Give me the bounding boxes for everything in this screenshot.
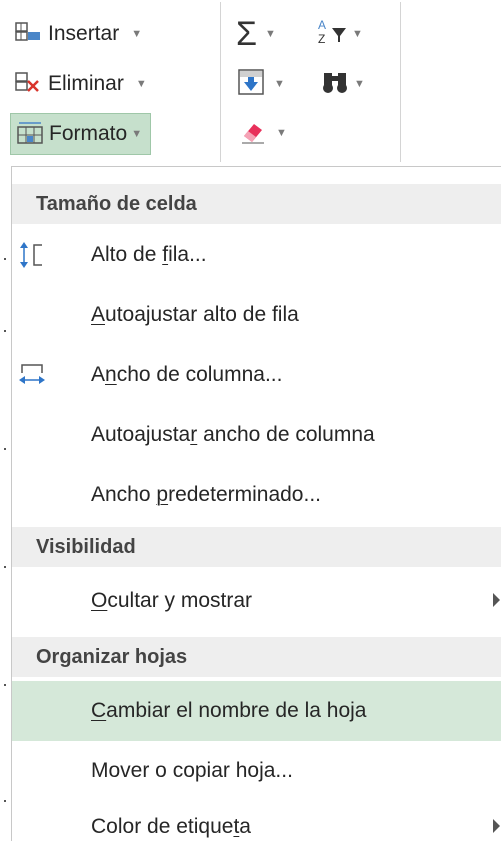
chevron-down-icon: ▼: [265, 28, 276, 40]
menu-item-label: Mover o copiar hoja...: [91, 759, 293, 782]
menu-item-label: Autoajustar alto de fila: [91, 303, 299, 326]
menu-item-row-height[interactable]: Alto de fila...: [12, 225, 501, 285]
svg-text:A: A: [318, 18, 326, 32]
section-header-organize-sheets: Organizar hojas: [12, 637, 501, 677]
sort-filter-icon: A Z: [316, 16, 350, 53]
menu-item-rename-sheet[interactable]: Cambiar el nombre de la hoja: [12, 681, 501, 741]
insert-label: Insertar: [48, 22, 120, 45]
sort-filter-button[interactable]: A Z ▼: [316, 14, 363, 54]
menu-item-label: Color de etiqueta: [91, 815, 251, 838]
sheet-edge-mark: [4, 258, 6, 260]
delete-label: Eliminar: [48, 72, 124, 95]
section-header-visibility: Visibilidad: [12, 527, 501, 567]
chevron-down-icon: ▼: [274, 78, 285, 90]
delete-cells-icon: [14, 69, 44, 99]
section-header-cell-size: Tamaño de celda: [12, 184, 501, 224]
group-separator: [400, 2, 401, 162]
menu-item-label: Ancho predeterminado...: [91, 483, 321, 506]
group-separator: [220, 2, 221, 162]
autosum-sigma-icon: Σ: [236, 15, 258, 53]
sheet-edge-mark: [4, 448, 6, 450]
menu-item-label: Ancho de columna...: [91, 363, 283, 386]
delete-button[interactable]: Eliminar ▼: [14, 64, 147, 104]
format-button[interactable]: Formato ▼: [10, 113, 152, 155]
chevron-down-icon: ▼: [135, 78, 147, 90]
chevron-down-icon: ▼: [131, 28, 143, 40]
fill-button[interactable]: ▼: [236, 64, 285, 104]
chevron-down-icon: ▼: [276, 127, 287, 139]
sheet-edge-mark: [4, 684, 6, 686]
format-label: Formato: [49, 122, 128, 145]
sheet-edge-mark: [4, 330, 6, 332]
insert-cells-icon: [14, 19, 44, 49]
chevron-down-icon: ▼: [354, 78, 365, 90]
fill-down-icon: [236, 67, 266, 102]
insert-button[interactable]: Insertar ▼: [14, 14, 142, 54]
row-height-icon: [18, 241, 46, 269]
clear-eraser-icon: [238, 116, 268, 151]
menu-item-autofit-column-width[interactable]: Autoajustar ancho de columna: [12, 405, 501, 465]
submenu-arrow-icon: [493, 593, 500, 607]
menu-item-default-width[interactable]: Ancho predeterminado...: [12, 465, 501, 525]
format-cells-icon: [15, 119, 45, 149]
chevron-down-icon: ▼: [131, 128, 143, 140]
menu-item-label: Cambiar el nombre de la hoja: [91, 699, 367, 722]
submenu-arrow-icon: [493, 819, 500, 833]
format-dropdown-menu: Tamaño de celda Alto de fila... Autoajus…: [11, 166, 501, 841]
sheet-edge-mark: [4, 566, 6, 568]
menu-item-autofit-row-height[interactable]: Autoajustar alto de fila: [12, 285, 501, 345]
menu-item-label: Alto de fila...: [91, 243, 207, 266]
menu-item-tab-color[interactable]: Color de etiqueta: [12, 797, 501, 857]
menu-item-label: Autoajustar ancho de columna: [91, 423, 375, 446]
column-width-icon: [18, 361, 46, 389]
clear-button[interactable]: ▼: [238, 113, 287, 153]
ribbon-cells-editing: Insertar ▼ Eliminar ▼ Formato ▼ Σ ▼ A Z …: [0, 0, 501, 166]
chevron-down-icon: ▼: [352, 28, 363, 40]
sheet-edge-mark: [4, 800, 6, 802]
menu-item-column-width[interactable]: Ancho de columna...: [12, 345, 501, 405]
svg-text:Z: Z: [318, 32, 325, 46]
find-select-button[interactable]: ▼: [320, 64, 365, 104]
autosum-button[interactable]: Σ ▼: [236, 14, 276, 54]
find-binoculars-icon: [320, 67, 352, 102]
menu-item-hide-unhide[interactable]: Ocultar y mostrar: [12, 571, 501, 631]
menu-item-move-copy-sheet[interactable]: Mover o copiar hoja...: [12, 741, 501, 801]
menu-item-label: Ocultar y mostrar: [91, 589, 253, 612]
